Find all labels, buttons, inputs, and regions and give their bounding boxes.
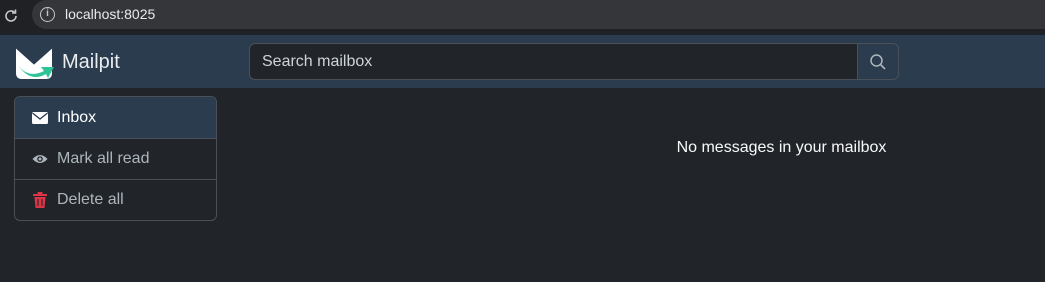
- address-bar[interactable]: i localhost:8025: [32, 0, 1045, 29]
- sidebar-item-label: Inbox: [57, 108, 97, 126]
- sidebar-item-inbox[interactable]: Inbox: [15, 97, 216, 138]
- search-form: [249, 43, 899, 80]
- sidebar-item-mark-all-read[interactable]: Mark all read: [15, 138, 216, 179]
- envelope-icon: [31, 109, 49, 127]
- address-url[interactable]: localhost:8025: [65, 6, 155, 22]
- reload-icon[interactable]: [0, 5, 22, 27]
- trash-icon: [31, 191, 49, 209]
- empty-mailbox-message: No messages in your mailbox: [560, 139, 1043, 157]
- brand-link[interactable]: Mailpit: [14, 43, 120, 81]
- search-input[interactable]: [249, 43, 857, 80]
- browser-toolbar: i localhost:8025: [0, 0, 1045, 34]
- sidebar-item-label: Mark all read: [57, 150, 150, 167]
- eye-icon: [31, 150, 49, 168]
- info-icon[interactable]: i: [40, 7, 55, 22]
- sidebar-menu: Inbox Mark all read Delete all: [14, 96, 217, 221]
- brand-name: Mailpit: [62, 50, 120, 73]
- empty-mailbox-text: No messages in your mailbox: [676, 139, 887, 156]
- sidebar-item-delete-all[interactable]: Delete all: [15, 179, 216, 220]
- search-button[interactable]: [857, 43, 899, 80]
- app-navbar: Mailpit: [0, 34, 1045, 88]
- sidebar-item-label: Delete all: [57, 191, 124, 208]
- search-icon: [870, 53, 886, 70]
- mailpit-logo-icon: [15, 46, 54, 79]
